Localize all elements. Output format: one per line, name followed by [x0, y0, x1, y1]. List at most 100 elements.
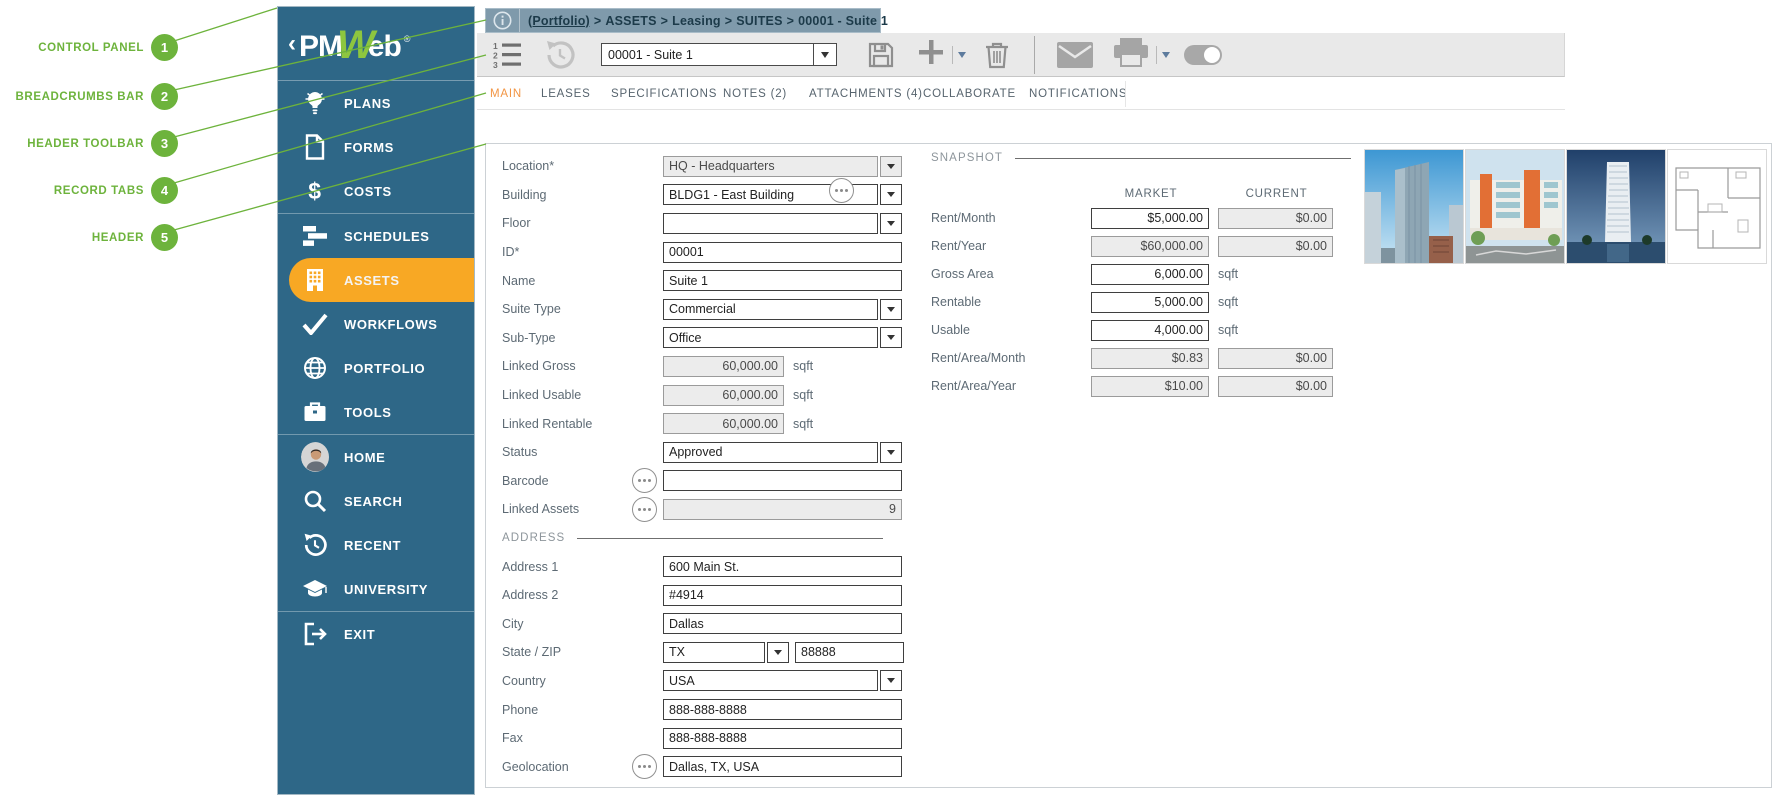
sidebar-item-forms[interactable]: FORMS: [278, 125, 474, 169]
geolocation-field[interactable]: [663, 756, 902, 777]
briefcase-icon: [301, 401, 329, 423]
waterfront-tower-photo[interactable]: [1566, 149, 1666, 264]
breadcrumb-assets[interactable]: ASSETS: [605, 14, 656, 28]
city-field[interactable]: [663, 613, 902, 634]
rent-year-market-field: [1091, 236, 1209, 257]
unit-label: sqft: [1218, 323, 1238, 337]
field-label: Linked Gross: [502, 359, 632, 373]
tab-attachments[interactable]: ATTACHMENTS (4): [809, 77, 923, 110]
state-select[interactable]: [663, 642, 765, 663]
name-field[interactable]: [663, 270, 902, 291]
tab-notifications[interactable]: NOTIFICATIONS: [1029, 77, 1127, 110]
sidebar-item-recent[interactable]: RECENT: [278, 523, 474, 567]
tab-leases[interactable]: LEASES: [541, 77, 591, 110]
collapse-sidebar-icon[interactable]: ‹: [288, 32, 296, 56]
form-row-location: Location*: [502, 152, 904, 181]
sidebar-item-label: FORMS: [344, 140, 394, 155]
zip-field[interactable]: [795, 642, 904, 663]
save-button[interactable]: [867, 41, 895, 69]
breadcrumb-record[interactable]: 00001 - Suite 1: [798, 14, 888, 28]
field-label: Rentable: [931, 295, 1091, 309]
unit-label: sqft: [793, 388, 813, 402]
tab-specifications[interactable]: SPECIFICATIONS: [611, 77, 717, 110]
sidebar-item-home[interactable]: HOME: [278, 435, 474, 479]
unit-label: sqft: [793, 359, 813, 373]
print-dropdown-icon[interactable]: [1162, 52, 1170, 58]
building-select-arrow[interactable]: [880, 184, 902, 205]
info-icon[interactable]: [486, 9, 520, 32]
sidebar-item-label: HOME: [344, 450, 385, 465]
sidebar-item-portfolio[interactable]: PORTFOLIO: [278, 346, 474, 390]
high-rise-building-photo[interactable]: [1364, 149, 1464, 264]
add-button-group: [917, 38, 966, 71]
breadcrumb-portfolio[interactable]: (Portfolio): [528, 14, 590, 28]
field-label: Suite Type: [502, 302, 632, 316]
form-row-linked-assets: Linked Assets: [502, 495, 904, 524]
id-field[interactable]: [663, 242, 902, 263]
annotation-label: HEADER TOOLBAR: [27, 138, 144, 150]
address1-field[interactable]: [663, 556, 902, 577]
tab-main[interactable]: MAIN: [490, 77, 522, 110]
suite-type-select-arrow[interactable]: [880, 299, 902, 320]
fax-field[interactable]: [663, 728, 902, 749]
breadcrumb-leasing[interactable]: Leasing: [672, 14, 721, 28]
annotation-header-toolbar: HEADER TOOLBAR 3: [0, 130, 178, 157]
sidebar-item-label: ASSETS: [344, 273, 400, 288]
record-selector-dropdown-button[interactable]: [814, 43, 837, 66]
status-select-arrow[interactable]: [880, 442, 902, 463]
tab-collaborate[interactable]: COLLABORATE: [923, 77, 1016, 110]
sidebar-item-assets[interactable]: ASSETS: [289, 258, 474, 302]
header-fields: Location* Building Floor: [502, 152, 904, 781]
rentable-field[interactable]: [1091, 292, 1209, 313]
record-selector-input[interactable]: [601, 43, 814, 66]
sidebar-item-plans[interactable]: PLANS: [278, 81, 474, 125]
layout-toggle[interactable]: [1184, 45, 1222, 65]
sidebar-item-exit[interactable]: EXIT: [278, 612, 474, 656]
annotation-label: BREADCRUMBS BAR: [16, 91, 144, 103]
floor-plan-thumbnail[interactable]: [1667, 149, 1767, 264]
floor-select[interactable]: [663, 213, 878, 234]
rent-month-market-field[interactable]: [1091, 208, 1209, 229]
sidebar-item-schedules[interactable]: SCHEDULES: [278, 214, 474, 258]
snapshot-ellipsis-button[interactable]: [829, 178, 854, 203]
sub-type-select[interactable]: [663, 327, 878, 348]
unit-label: sqft: [1218, 267, 1238, 281]
floor-select-arrow[interactable]: [880, 213, 902, 234]
add-dropdown-icon[interactable]: [958, 52, 966, 58]
barcode-ellipsis-button[interactable]: [632, 468, 657, 493]
record-list-icon[interactable]: 123: [493, 41, 523, 68]
form-row-fax: Fax: [502, 724, 904, 753]
address2-field[interactable]: [663, 585, 902, 606]
sub-type-select-arrow[interactable]: [880, 327, 902, 348]
breadcrumb-suites[interactable]: SUITES: [736, 14, 782, 28]
phone-field[interactable]: [663, 699, 902, 720]
linked-assets-ellipsis-button[interactable]: [632, 497, 657, 522]
sidebar-item-search[interactable]: SEARCH: [278, 479, 474, 523]
country-select-arrow[interactable]: [880, 670, 902, 691]
sidebar-item-university[interactable]: UNIVERSITY: [278, 567, 474, 611]
email-button[interactable]: [1057, 42, 1093, 68]
separator: [1156, 46, 1157, 64]
sidebar-item-workflows[interactable]: WORKFLOWS: [278, 302, 474, 346]
exit-icon: [301, 622, 329, 646]
gross-area-field[interactable]: [1091, 264, 1209, 285]
document-icon: [301, 134, 329, 160]
usable-field[interactable]: [1091, 320, 1209, 341]
control-panel-sidebar: ‹ PM W eb ® PLANS FORMS $ COSTS: [277, 6, 475, 795]
form-row-city: City: [502, 610, 904, 639]
state-select-arrow[interactable]: [767, 642, 789, 663]
field-label: Gross Area: [931, 267, 1091, 281]
field-label: Address 2: [502, 588, 632, 602]
geolocation-ellipsis-button[interactable]: [632, 754, 657, 779]
sidebar-item-tools[interactable]: TOOLS: [278, 390, 474, 434]
apartment-building-photo[interactable]: [1465, 149, 1565, 264]
sidebar-item-costs[interactable]: $ COSTS: [278, 169, 474, 213]
status-select[interactable]: [663, 442, 878, 463]
add-button[interactable]: [917, 38, 945, 71]
delete-button[interactable]: [984, 41, 1010, 69]
barcode-field[interactable]: [663, 470, 902, 491]
print-button[interactable]: [1113, 37, 1149, 72]
country-select[interactable]: [663, 670, 878, 691]
tab-notes[interactable]: NOTES (2): [723, 77, 787, 110]
suite-type-select[interactable]: [663, 299, 878, 320]
